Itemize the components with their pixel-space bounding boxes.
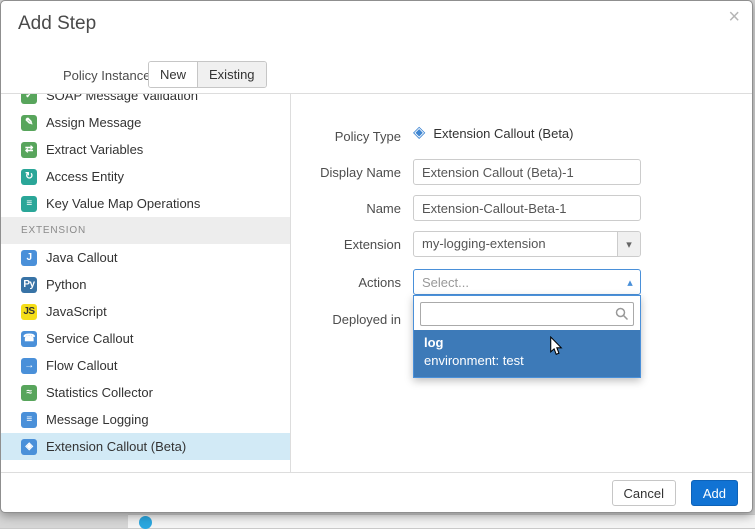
dialog-footer: Cancel Add bbox=[1, 472, 752, 512]
dialog-body: ✓ SOAP Message Validation ✎ Assign Messa… bbox=[1, 93, 752, 472]
sidebar-item-assign-message[interactable]: ✎ Assign Message bbox=[1, 109, 290, 136]
add-step-dialog: Add Step × Policy Instance New Existing … bbox=[0, 0, 753, 513]
sidebar-item-label: Key Value Map Operations bbox=[46, 196, 200, 211]
policy-form: Policy Type ◈ Extension Callout (Beta) D… bbox=[291, 94, 752, 472]
close-icon[interactable]: × bbox=[728, 7, 740, 27]
policy-type-label: Policy Type bbox=[291, 129, 401, 144]
flow-callout-icon: → bbox=[21, 358, 37, 374]
sidebar-item-extension-callout-beta[interactable]: ◈ Extension Callout (Beta) bbox=[1, 433, 290, 460]
sidebar-item-service-callout[interactable]: ☎ Service Callout bbox=[1, 325, 290, 352]
policy-instance-existing-button[interactable]: Existing bbox=[197, 62, 266, 87]
sidebar-item-label: JavaScript bbox=[46, 304, 107, 319]
background-app-icon bbox=[139, 516, 152, 529]
sidebar-item-python[interactable]: Py Python bbox=[1, 271, 290, 298]
dialog-title: Add Step bbox=[18, 13, 96, 35]
assign-message-icon: ✎ bbox=[21, 115, 37, 131]
policy-instance-new-button[interactable]: New bbox=[149, 62, 197, 87]
sidebar-item-label: Access Entity bbox=[46, 169, 124, 184]
add-button[interactable]: Add bbox=[691, 480, 738, 506]
actions-combobox[interactable]: Select... ▴ bbox=[413, 269, 641, 295]
sidebar-item-access-entity[interactable]: ↻ Access Entity bbox=[1, 163, 290, 190]
chevron-down-icon[interactable]: ▾ bbox=[617, 232, 640, 256]
sidebar-item-label: Python bbox=[46, 277, 86, 292]
deployed-in-label: Deployed in bbox=[291, 312, 401, 327]
name-input[interactable] bbox=[413, 195, 641, 221]
actions-option-log[interactable]: log environment: test bbox=[414, 330, 640, 377]
extension-select-value: my-logging-extension bbox=[414, 232, 617, 256]
access-entity-icon: ↻ bbox=[21, 169, 37, 185]
sidebar-item-label: Java Callout bbox=[46, 250, 118, 265]
extension-callout-beta-icon: ◈ bbox=[21, 439, 37, 455]
option-subtitle: environment: test bbox=[424, 352, 630, 370]
java-callout-icon: J bbox=[21, 250, 37, 266]
sidebar-item-label: Assign Message bbox=[46, 115, 141, 130]
policy-instance-toggle: New Existing bbox=[148, 61, 267, 88]
sidebar-item-flow-callout[interactable]: → Flow Callout bbox=[1, 352, 290, 379]
message-logging-icon: ≡ bbox=[21, 412, 37, 428]
extension-label: Extension bbox=[291, 237, 401, 252]
option-title: log bbox=[424, 334, 630, 352]
sidebar-item-label: Extract Variables bbox=[46, 142, 143, 157]
statistics-collector-icon: ≈ bbox=[21, 385, 37, 401]
sidebar-item-statistics-collector[interactable]: ≈ Statistics Collector bbox=[1, 379, 290, 406]
service-callout-icon: ☎ bbox=[21, 331, 37, 347]
cursor-icon bbox=[549, 336, 563, 356]
policy-type-icon: ◈ bbox=[413, 125, 425, 141]
actions-search bbox=[420, 302, 634, 326]
sidebar-item-extract-variables[interactable]: ⇄ Extract Variables bbox=[1, 136, 290, 163]
sidebar-item-message-logging[interactable]: ≡ Message Logging bbox=[1, 406, 290, 433]
soap-message-validation-icon: ✓ bbox=[21, 94, 37, 104]
sidebar-item-label: Extension Callout (Beta) bbox=[46, 439, 186, 454]
sidebar-section-extension: EXTENSION bbox=[1, 217, 290, 244]
extract-variables-icon: ⇄ bbox=[21, 142, 37, 158]
sidebar-item-key-value-map-operations[interactable]: ≡ Key Value Map Operations bbox=[1, 190, 290, 217]
policy-instance-row: Policy Instance New Existing bbox=[1, 59, 752, 93]
sidebar-item-label: Service Callout bbox=[46, 331, 133, 346]
cancel-button[interactable]: Cancel bbox=[612, 480, 676, 506]
chevron-up-icon: ▴ bbox=[620, 276, 640, 289]
sidebar-item-label: SOAP Message Validation bbox=[46, 94, 198, 103]
display-name-input[interactable] bbox=[413, 159, 641, 185]
sidebar-item-label: Flow Callout bbox=[46, 358, 118, 373]
key-value-map-operations-icon: ≡ bbox=[21, 196, 37, 212]
sidebar-item-label: Message Logging bbox=[46, 412, 149, 427]
policy-type-text: Extension Callout (Beta) bbox=[433, 126, 573, 141]
search-icon bbox=[615, 307, 629, 321]
actions-combobox-value: Select... bbox=[414, 271, 620, 294]
display-name-label: Display Name bbox=[291, 165, 401, 180]
name-label: Name bbox=[291, 201, 401, 216]
sidebar-item-label: Statistics Collector bbox=[46, 385, 153, 400]
actions-label: Actions bbox=[291, 275, 401, 290]
sidebar-item-javascript[interactable]: JS JavaScript bbox=[1, 298, 290, 325]
actions-dropdown-panel: log environment: test bbox=[413, 295, 641, 378]
background-table-row bbox=[128, 514, 755, 528]
sidebar-item-java-callout[interactable]: J Java Callout bbox=[1, 244, 290, 271]
python-icon: Py bbox=[21, 277, 37, 293]
sidebar-item-soap-message-validation[interactable]: ✓ SOAP Message Validation bbox=[1, 94, 290, 109]
policy-type-value: ◈ Extension Callout (Beta) bbox=[413, 125, 641, 141]
extension-select[interactable]: my-logging-extension ▾ bbox=[413, 231, 641, 257]
actions-search-input[interactable] bbox=[420, 302, 634, 326]
policy-instance-label: Policy Instance bbox=[63, 68, 150, 83]
javascript-icon: JS bbox=[21, 304, 37, 320]
policy-type-list: ✓ SOAP Message Validation ✎ Assign Messa… bbox=[1, 94, 291, 472]
